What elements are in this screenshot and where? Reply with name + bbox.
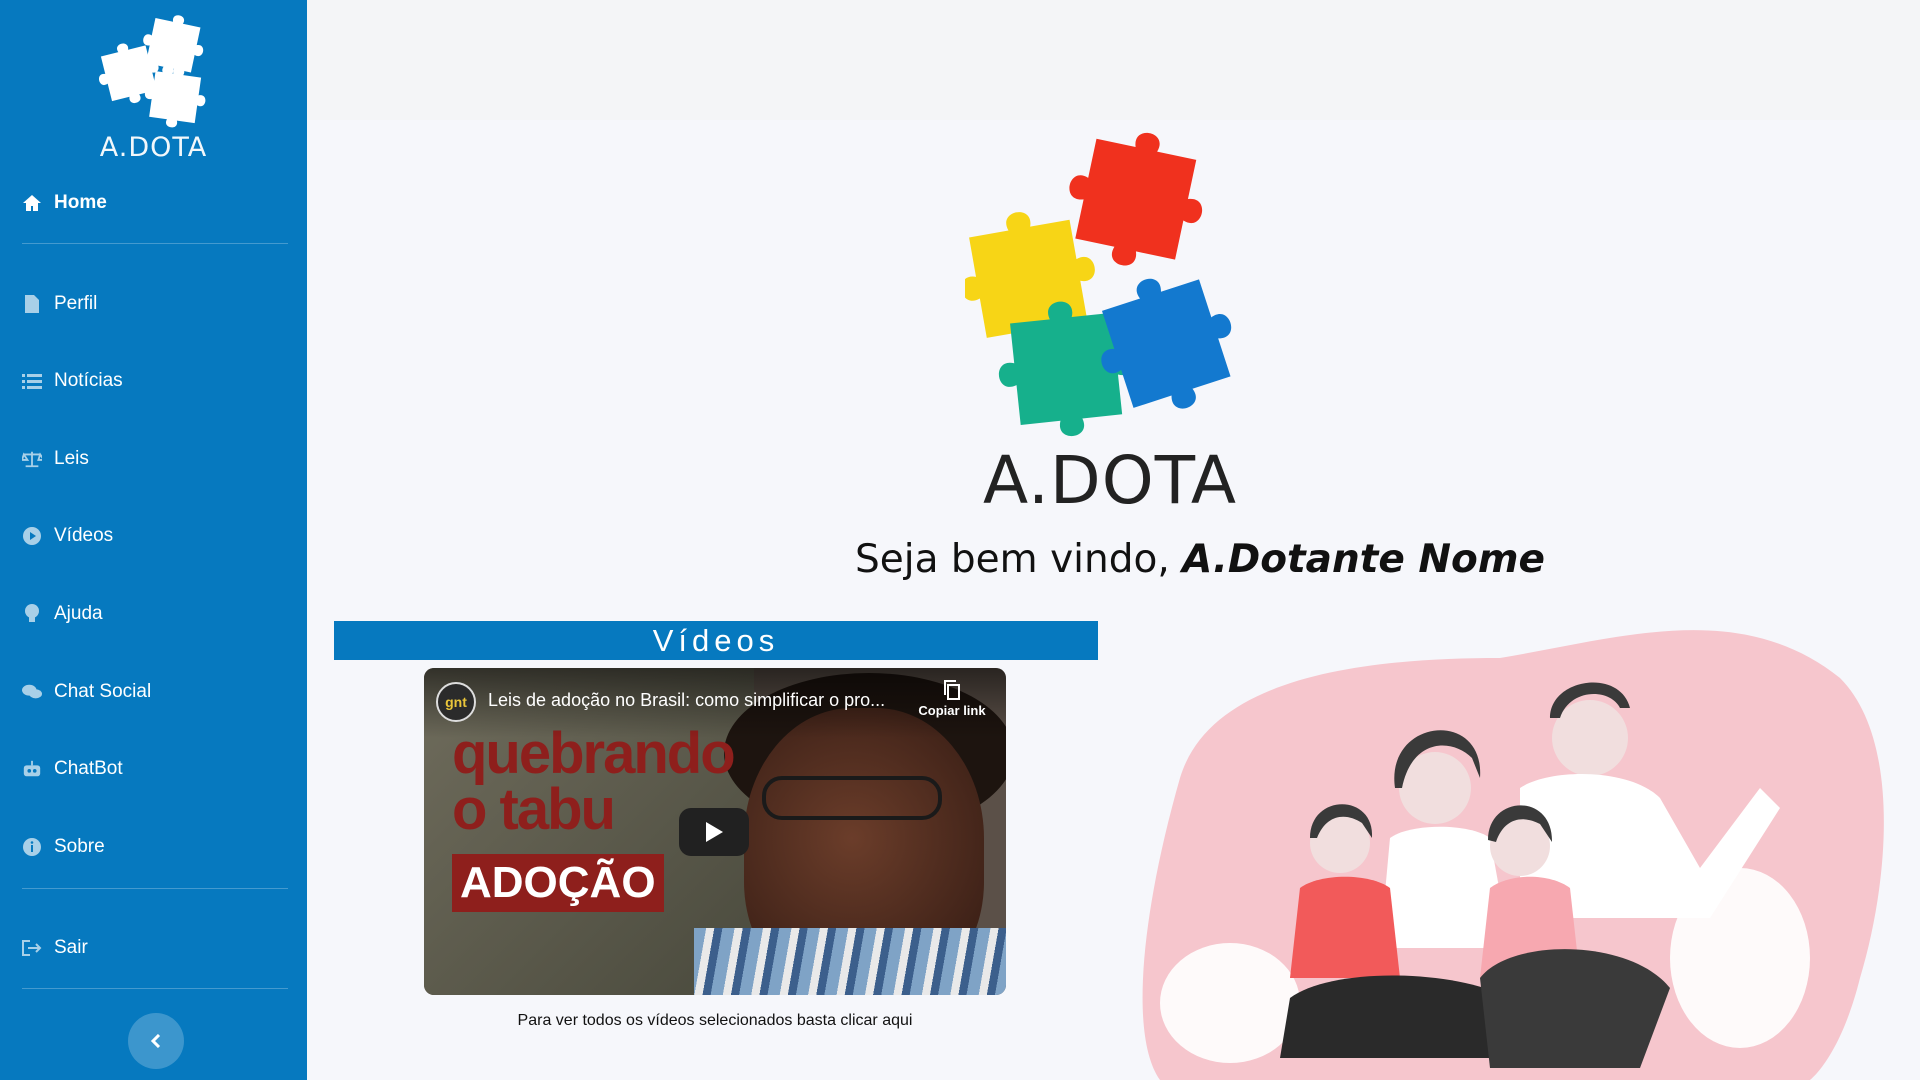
home-icon: [22, 193, 42, 213]
file-icon: [22, 294, 42, 314]
hero-title: A.DOTA: [982, 442, 1238, 519]
copy-link-button[interactable]: Copiar link: [912, 680, 992, 718]
sidebar-item-chatbot[interactable]: ChatBot: [22, 752, 123, 786]
sidebar-collapse-button[interactable]: [128, 1013, 184, 1069]
sidebar-item-chat-social[interactable]: Chat Social: [22, 675, 151, 709]
play-button[interactable]: [679, 808, 749, 856]
sidebar-item-label: Sair: [54, 937, 88, 958]
sidebar-item-home[interactable]: Home: [22, 186, 107, 220]
welcome-prefix: Seja bem vindo,: [855, 537, 1183, 582]
sidebar-item-label: Vídeos: [54, 525, 114, 546]
info-icon: [22, 837, 42, 857]
videos-section-header: Vídeos: [334, 621, 1098, 660]
chevron-left-icon: [150, 1034, 161, 1048]
sidebar-item-ajuda[interactable]: Ajuda: [22, 597, 103, 631]
family-illustration: [1142, 630, 1884, 1080]
sidebar-item-label: Leis: [54, 448, 89, 469]
user-name: A.Dotante Nome: [1182, 537, 1545, 582]
video-overlay-tag: ADOÇÃO: [452, 854, 664, 912]
channel-avatar[interactable]: gnt: [436, 682, 476, 722]
play-icon: [706, 822, 723, 842]
sidebar-item-label: Home: [54, 192, 107, 213]
sign-out-icon: [22, 938, 42, 958]
brand-name: A.DOTA: [99, 132, 208, 163]
videos-caption-link[interactable]: Para ver todos os vídeos selecionados ba…: [424, 1012, 1006, 1030]
copy-link-label: Copiar link: [918, 703, 986, 718]
welcome-message: Seja bem vindo, A.Dotante Nome: [700, 537, 1700, 582]
video-thumbnail-glasses: [762, 776, 942, 820]
sidebar-item-label: Sobre: [54, 836, 105, 857]
sidebar-item-label: Notícias: [54, 370, 123, 391]
sidebar-item-sair[interactable]: Sair: [22, 931, 88, 965]
sidebar-divider: [22, 243, 288, 244]
play-circle-icon: [22, 526, 42, 546]
list-icon: [22, 371, 42, 391]
video-player[interactable]: quebrando o tabu ADOÇÃO gnt Leis de adoçã…: [424, 668, 1006, 995]
comments-icon: [22, 682, 42, 702]
overlay-line-2: o tabu: [452, 777, 616, 842]
puzzle-logo-icon: [965, 132, 1232, 437]
puzzle-logo-icon: [98, 15, 205, 128]
sidebar: A.DOTA Home Perfil Notícias Leis Vídeos: [0, 0, 307, 1080]
video-title[interactable]: Leis de adoção no Brasil: como simplific…: [488, 690, 885, 711]
sidebar-item-label: Perfil: [54, 293, 98, 314]
sidebar-item-leis[interactable]: Leis: [22, 442, 89, 476]
lightbulb-icon: [22, 604, 42, 624]
sidebar-item-noticias[interactable]: Notícias: [22, 364, 123, 398]
robot-icon: [22, 759, 42, 779]
sidebar-item-label: ChatBot: [54, 758, 123, 779]
sidebar-divider: [22, 988, 288, 989]
sidebar-item-perfil[interactable]: Perfil: [22, 287, 97, 321]
video-thumbnail-shirt: [694, 928, 1006, 995]
top-bar: [307, 0, 1920, 120]
scale-icon: [22, 449, 42, 469]
sidebar-item-sobre[interactable]: Sobre: [22, 830, 105, 864]
sidebar-item-label: Ajuda: [54, 603, 103, 624]
sidebar-divider: [22, 888, 288, 889]
copy-icon: [944, 680, 960, 700]
sidebar-item-label: Chat Social: [54, 681, 152, 702]
sidebar-brand[interactable]: A.DOTA: [0, 12, 307, 163]
sidebar-item-videos[interactable]: Vídeos: [22, 519, 113, 553]
